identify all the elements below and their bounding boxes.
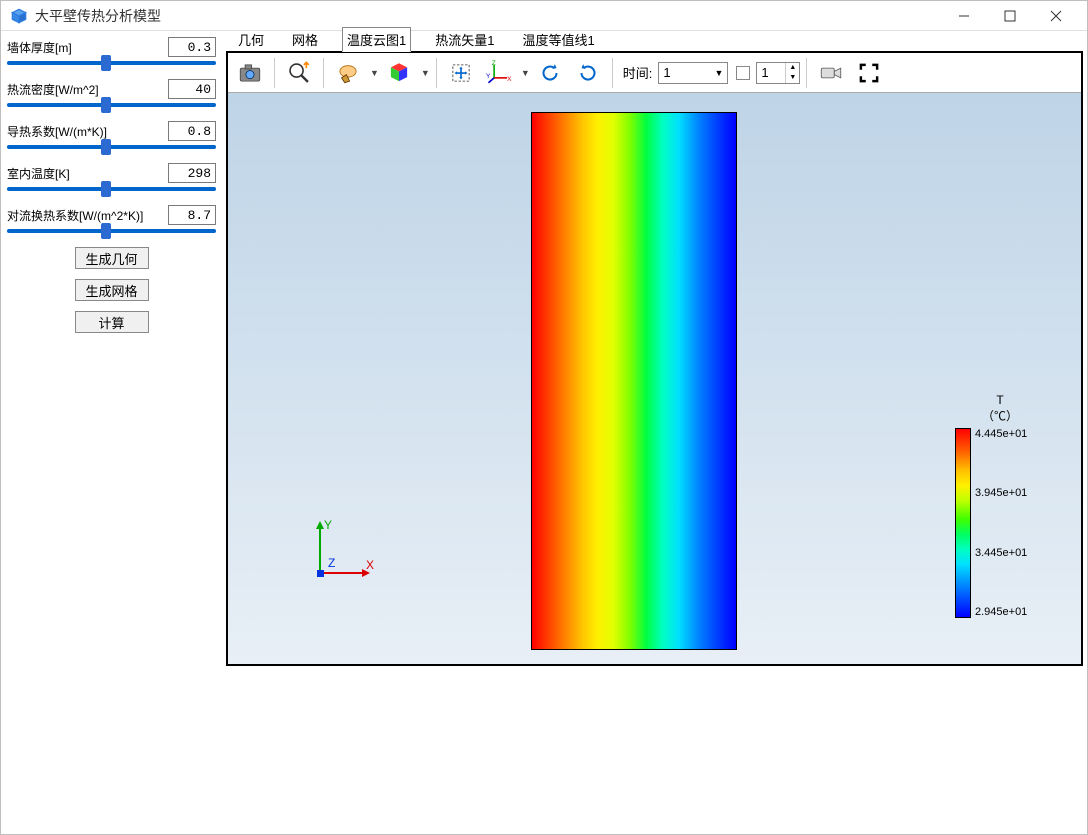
rotate-ccw-button[interactable]	[532, 55, 568, 91]
legend-tick: 3.945e+01	[975, 487, 1027, 499]
spinner-up-icon[interactable]: ▲	[786, 63, 799, 73]
svg-text:Z: Z	[492, 60, 496, 67]
gen-mesh-button[interactable]: 生成网格	[75, 279, 149, 301]
compute-button[interactable]: 计算	[75, 311, 149, 333]
time-checkbox[interactable]	[736, 66, 750, 80]
chevron-down-icon: ▼	[714, 68, 723, 78]
colorbar	[955, 428, 971, 618]
conductivity-input[interactable]	[168, 121, 216, 141]
svg-text:Y: Y	[486, 72, 491, 79]
time-combo[interactable]: 1 ▼	[658, 62, 728, 84]
conv-coeff-input[interactable]	[168, 205, 216, 225]
viewer-toolbar: ▼ ▼ Z X Y ▼	[228, 53, 1081, 93]
legend-tick: 2.945e+01	[975, 606, 1027, 618]
spinner-down-icon[interactable]: ▼	[786, 73, 799, 83]
temp-indoor-input[interactable]	[168, 163, 216, 183]
axis-x-label: X	[366, 558, 374, 572]
legend-title: T	[955, 393, 1045, 407]
gen-geometry-button[interactable]: 生成几何	[75, 247, 149, 269]
axis-y-label: Y	[324, 518, 332, 532]
thickness-label: 墙体厚度[m]	[7, 39, 168, 56]
colormap-button[interactable]	[381, 55, 417, 91]
tab-geometry[interactable]: 几何	[234, 28, 268, 51]
app-icon	[9, 6, 29, 26]
legend-tick: 4.445e+01	[975, 428, 1027, 440]
time-value: 1	[663, 65, 670, 80]
temperature-field	[531, 112, 737, 650]
window-title: 大平壁传热分析模型	[35, 6, 941, 26]
fullscreen-button[interactable]	[851, 55, 887, 91]
legend-unit: （℃）	[955, 407, 1045, 424]
tab-heat-vector[interactable]: 热流矢量1	[431, 28, 498, 51]
rotate-cw-button[interactable]	[570, 55, 606, 91]
view-tabs: 几何 网格 温度云图1 热流矢量1 温度等值线1	[226, 31, 1083, 51]
selection-button[interactable]	[330, 55, 366, 91]
colormap-dropdown-icon[interactable]: ▼	[421, 68, 430, 78]
axis-dropdown-icon[interactable]: ▼	[521, 68, 530, 78]
screenshot-button[interactable]	[232, 55, 268, 91]
svg-text:X: X	[507, 76, 512, 83]
thickness-input[interactable]	[168, 37, 216, 57]
temp-indoor-slider[interactable]	[7, 187, 216, 191]
heatflux-input[interactable]	[168, 79, 216, 99]
render-canvas[interactable]: Y X Z T （℃）	[228, 93, 1081, 664]
axis-gizmo: Y X Z	[308, 515, 378, 585]
tab-temp-contour[interactable]: 温度云图1	[342, 27, 411, 52]
axis-z-label: Z	[328, 556, 335, 570]
heatflux-slider[interactable]	[7, 103, 216, 107]
conv-coeff-label: 对流换热系数[W/(m^2*K)]	[7, 207, 168, 224]
maximize-button[interactable]	[987, 1, 1033, 31]
camera-video-button[interactable]	[813, 55, 849, 91]
parameter-panel: 墙体厚度[m] 热流密度[W/m^2] 导热系数[W/(m*K)]	[1, 31, 226, 834]
close-button[interactable]	[1033, 1, 1079, 31]
conductivity-slider[interactable]	[7, 145, 216, 149]
time-label: 时间:	[623, 63, 653, 82]
conv-coeff-slider[interactable]	[7, 229, 216, 233]
step-value: 1	[761, 65, 768, 80]
zoom-button[interactable]	[281, 55, 317, 91]
fit-view-button[interactable]	[443, 55, 479, 91]
thickness-slider[interactable]	[7, 61, 216, 65]
color-legend: T （℃） 4.445e+01 3.945e+01 3.445e+01 2.94…	[955, 393, 1045, 618]
conductivity-label: 导热系数[W/(m*K)]	[7, 123, 168, 140]
title-bar: 大平壁传热分析模型	[1, 1, 1087, 31]
legend-tick: 3.445e+01	[975, 547, 1027, 559]
selection-dropdown-icon[interactable]: ▼	[370, 68, 379, 78]
axis-orientation-button[interactable]: Z X Y	[481, 55, 517, 91]
temp-indoor-label: 室内温度[K]	[7, 165, 168, 182]
tab-temp-isoline[interactable]: 温度等值线1	[519, 28, 599, 51]
tab-mesh[interactable]: 网格	[288, 28, 322, 51]
step-spinner[interactable]: 1 ▲▼	[756, 62, 800, 84]
heatflux-label: 热流密度[W/m^2]	[7, 81, 168, 98]
visualization-container: ▼ ▼ Z X Y ▼	[226, 51, 1083, 666]
minimize-button[interactable]	[941, 1, 987, 31]
